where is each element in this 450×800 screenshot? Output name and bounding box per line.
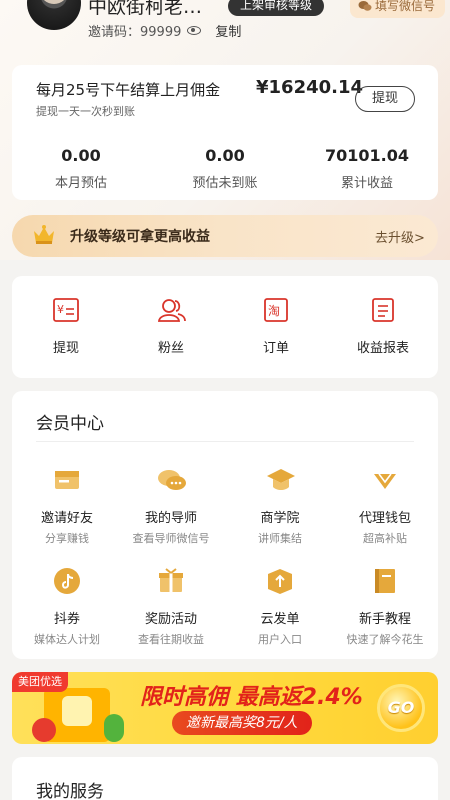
wallet-icon xyxy=(370,465,400,495)
stat-value: 70101.04 xyxy=(324,146,409,165)
member-item-sub: 分享赚钱 xyxy=(45,532,89,545)
eye-icon[interactable] xyxy=(187,26,202,35)
crown-icon xyxy=(34,225,54,244)
member-item-sub: 超高补贴 xyxy=(363,532,407,545)
member-center-title: 会员中心 xyxy=(36,414,104,434)
quick-withdraw[interactable]: ¥ 提现 xyxy=(21,296,111,356)
upgrade-banner[interactable]: 升级等级可拿更高收益 去升级> xyxy=(12,215,438,257)
member-item-sub: 查看往期收益 xyxy=(138,633,204,646)
quick-label: 提现 xyxy=(52,341,79,356)
box-upload-icon xyxy=(265,566,295,596)
wechat-icon xyxy=(358,1,372,11)
stat-label: 预估未到账 xyxy=(192,176,258,191)
stat-value: 0.00 xyxy=(205,146,245,165)
taobao-order-icon: 淘 xyxy=(262,296,290,324)
member-item-tutorial[interactable]: 新手教程 快速了解今花生 xyxy=(330,566,440,647)
my-services-title: 我的服务 xyxy=(36,782,104,800)
settle-text: 每月25号下午结算上月佣金 xyxy=(36,81,221,99)
banner-subtitle: 邀新最高奖8元/人 xyxy=(172,711,312,735)
member-item-label: 邀请好友 xyxy=(40,511,93,526)
member-item-mentor[interactable]: 我的导师 查看导师微信号 xyxy=(116,465,226,546)
people-icon xyxy=(157,296,186,324)
svg-text:淘: 淘 xyxy=(268,304,280,318)
level-badge[interactable]: 上架审核等级 xyxy=(228,0,325,16)
member-item-sub: 讲师集结 xyxy=(258,532,302,545)
member-item-sub: 查看导师微信号 xyxy=(132,532,210,545)
svg-text:¥: ¥ xyxy=(57,303,64,316)
withdraw-hint: 提现一天一次秒到账 xyxy=(36,105,135,118)
member-item-sub: 媒体达人计划 xyxy=(34,633,100,646)
invite-code-row: 邀请码：99999 复制 xyxy=(88,21,241,40)
member-item-academy[interactable]: 商学院 讲师集结 xyxy=(225,465,335,546)
quick-label: 收益报表 xyxy=(356,341,409,356)
quick-report[interactable]: 收益报表 xyxy=(338,296,428,356)
balance-amount: ¥16240.14 xyxy=(256,77,364,98)
stat-month-estimate[interactable]: 0.00 本月预估 xyxy=(21,146,141,191)
member-item-wallet[interactable]: 代理钱包 超高补贴 xyxy=(330,465,440,546)
wechat-button-label: 填写微信号 xyxy=(375,0,436,13)
stat-total[interactable]: 70101.04 累计收益 xyxy=(307,146,427,191)
member-item-rewards[interactable]: 奖励活动 查看往期收益 xyxy=(116,566,226,647)
avatar[interactable] xyxy=(27,0,81,30)
member-item-sub: 用户入口 xyxy=(258,633,302,646)
fill-wechat-button[interactable]: 填写微信号 xyxy=(350,0,446,18)
meituan-logo: 美团优选 xyxy=(12,672,68,692)
report-icon xyxy=(369,296,397,324)
invite-code: 邀请码：99999 xyxy=(88,25,182,40)
vegetable-image xyxy=(104,714,124,742)
invite-icon xyxy=(52,465,82,495)
member-item-label: 云发单 xyxy=(260,612,300,627)
member-item-label: 代理钱包 xyxy=(358,511,411,526)
stat-pending[interactable]: 0.00 预估未到账 xyxy=(165,146,285,191)
member-item-douquan[interactable]: 抖券 媒体达人计划 xyxy=(12,566,122,647)
yen-card-icon: ¥ xyxy=(52,296,80,324)
quick-actions-card: ¥ 提现 粉丝 淘 订单 收益报表 xyxy=(12,276,438,378)
upgrade-link[interactable]: 去升级> xyxy=(375,227,425,246)
graduation-cap-icon xyxy=(265,465,295,495)
member-center-card: 会员中心 邀请好友 分享赚钱 我的导师 查看导师微信号 商学院 讲师集结 代理钱… xyxy=(12,391,438,659)
member-item-label: 奖励活动 xyxy=(144,612,197,627)
my-services-card: 我的服务 xyxy=(12,757,438,800)
tomato-image xyxy=(32,718,56,742)
book-icon xyxy=(370,566,400,596)
divider xyxy=(36,441,414,442)
member-item-label: 新手教程 xyxy=(358,612,411,627)
member-item-sub: 快速了解今花生 xyxy=(346,633,424,646)
banner-title: 限时高佣 最高返2.4% xyxy=(140,685,363,710)
tiktok-icon xyxy=(52,566,82,596)
earnings-card: 每月25号下午结算上月佣金 ¥16240.14 提现一天一次秒到账 提现 0.0… xyxy=(12,65,438,200)
member-item-label: 抖券 xyxy=(53,612,80,627)
member-item-label: 商学院 xyxy=(260,511,300,526)
member-item-label: 我的导师 xyxy=(144,511,197,526)
quick-fans[interactable]: 粉丝 xyxy=(126,296,216,356)
quick-orders[interactable]: 淘 订单 xyxy=(231,296,321,356)
member-item-cloud-order[interactable]: 云发单 用户入口 xyxy=(225,566,335,647)
copy-button[interactable]: 复制 xyxy=(215,21,241,40)
quick-label: 订单 xyxy=(262,341,289,356)
stat-label: 累计收益 xyxy=(340,176,393,191)
quick-label: 粉丝 xyxy=(157,341,184,356)
withdraw-button[interactable]: 提现 xyxy=(355,86,415,112)
member-item-invite[interactable]: 邀请好友 分享赚钱 xyxy=(12,465,122,546)
upgrade-text: 升级等级可拿更高收益 xyxy=(70,229,210,245)
chat-icon xyxy=(156,465,186,495)
nickname: 中欧街柯老… xyxy=(88,0,203,18)
gift-icon xyxy=(156,566,186,596)
go-button[interactable]: GO xyxy=(377,684,425,732)
stat-label: 本月预估 xyxy=(54,176,107,191)
stat-value: 0.00 xyxy=(61,146,101,165)
meituan-promo-banner[interactable]: 美团优选 限时高佣 最高返2.4% 邀新最高奖8元/人 GO xyxy=(12,672,438,744)
profile-header: 中欧街柯老… 上架审核等级 填写微信号 邀请码：99999 复制 xyxy=(0,0,450,55)
